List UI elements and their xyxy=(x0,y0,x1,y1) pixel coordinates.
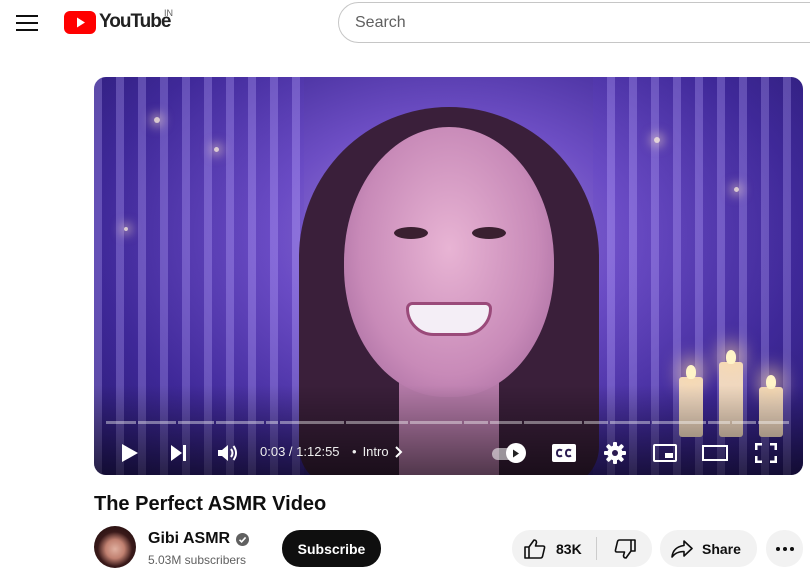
fairy-light xyxy=(734,187,739,192)
share-label: Share xyxy=(702,540,741,557)
chapter-segment[interactable] xyxy=(610,421,650,424)
like-dislike-group: 83K xyxy=(512,530,652,567)
like-count: 83K xyxy=(556,540,582,557)
more-actions-button[interactable] xyxy=(766,530,803,567)
closed-captions-icon xyxy=(552,444,576,462)
chapter-segment[interactable] xyxy=(266,421,278,424)
autoplay-toggle[interactable] xyxy=(492,443,528,463)
channel-avatar[interactable] xyxy=(94,526,136,568)
guide-menu-button[interactable] xyxy=(10,6,44,40)
chapter-segment[interactable] xyxy=(280,421,344,424)
player-controls: 0:03 / 1:12:55 • Intro xyxy=(94,431,803,471)
channel-name-link[interactable]: Gibi ASMR xyxy=(148,530,250,548)
current-time: 0:03 xyxy=(260,444,286,459)
channel-name: Gibi ASMR xyxy=(148,530,231,547)
gear-icon xyxy=(604,442,626,464)
chapter-segment[interactable] xyxy=(410,421,462,424)
chapter-segment[interactable] xyxy=(584,421,608,424)
chapter-segment[interactable] xyxy=(178,421,214,424)
chapter-segment[interactable] xyxy=(708,421,730,424)
video-subject-eye xyxy=(394,227,428,239)
video-subject-face xyxy=(344,127,554,397)
youtube-play-logo-icon xyxy=(64,10,96,34)
hamburger-menu-icon xyxy=(16,15,38,31)
theater-mode-button[interactable] xyxy=(699,437,731,469)
mute-button[interactable] xyxy=(212,437,244,469)
chapter-segment[interactable] xyxy=(652,421,706,424)
share-arrow-icon xyxy=(671,539,693,558)
logo-wordmark: YouTube xyxy=(99,11,171,32)
chapter-title-button[interactable]: • Intro xyxy=(352,444,403,459)
chapter-segment[interactable] xyxy=(346,421,408,424)
time-display: 0:03 / 1:12:55 xyxy=(260,444,340,459)
fairy-light xyxy=(214,147,219,152)
miniplayer-icon xyxy=(653,444,677,462)
fairy-light xyxy=(154,117,160,123)
video-title: The Perfect ASMR Video xyxy=(94,493,327,515)
time-separator: / xyxy=(285,444,297,459)
video-player[interactable]: 0:03 / 1:12:55 • Intro xyxy=(94,77,803,475)
fairy-light xyxy=(654,137,660,143)
fullscreen-button[interactable] xyxy=(750,437,782,469)
chapter-segment[interactable] xyxy=(732,421,756,424)
subtitles-button[interactable] xyxy=(548,437,580,469)
chapter-segment[interactable] xyxy=(524,421,582,424)
chevron-right-icon xyxy=(394,445,402,458)
youtube-logo[interactable]: YouTube xyxy=(64,10,171,34)
next-button[interactable] xyxy=(163,437,195,469)
settings-button[interactable] xyxy=(599,437,631,469)
more-horizontal-icon xyxy=(775,546,794,551)
fullscreen-icon xyxy=(755,443,777,463)
country-code: IN xyxy=(164,8,173,18)
like-button[interactable]: 83K xyxy=(512,530,596,567)
theater-mode-icon xyxy=(702,445,728,461)
video-subject-smile xyxy=(406,302,492,336)
share-button[interactable]: Share xyxy=(660,530,757,567)
chapter-segment[interactable] xyxy=(106,421,136,424)
chapter-segment[interactable] xyxy=(464,421,488,424)
search-input[interactable] xyxy=(339,3,810,42)
subscribe-button[interactable]: Subscribe xyxy=(282,530,381,567)
chapter-segment[interactable] xyxy=(138,421,176,424)
chapter-segment[interactable] xyxy=(216,421,264,424)
volume-icon xyxy=(218,445,237,461)
verified-badge-icon xyxy=(236,532,250,546)
dislike-button[interactable] xyxy=(597,530,652,567)
chapter-segment[interactable] xyxy=(758,421,789,424)
fairy-light xyxy=(124,227,128,231)
autoplay-play-icon xyxy=(513,449,519,457)
chapter-title-label: Intro xyxy=(362,444,389,459)
play-button[interactable] xyxy=(114,437,146,469)
video-subject-eye xyxy=(472,227,506,239)
duration: 1:12:55 xyxy=(296,444,340,459)
play-icon xyxy=(122,444,138,462)
chapter-segment[interactable] xyxy=(490,421,522,424)
progress-bar[interactable] xyxy=(106,421,791,425)
chapter-bullet: • xyxy=(352,444,357,459)
subscriber-count: 5.03M subscribers xyxy=(148,553,247,567)
thumbs-up-icon xyxy=(524,538,546,559)
skip-next-icon xyxy=(171,445,186,461)
miniplayer-button[interactable] xyxy=(649,437,681,469)
thumbs-down-icon xyxy=(614,538,636,559)
search-box[interactable] xyxy=(338,2,810,43)
masthead: YouTube IN xyxy=(0,0,810,46)
autoplay-knob xyxy=(506,443,526,463)
